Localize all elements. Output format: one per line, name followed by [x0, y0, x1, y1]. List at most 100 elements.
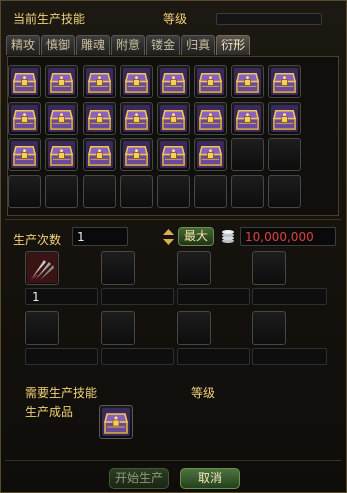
golden-treasure-chest-icon [160, 68, 187, 95]
material-slot[interactable] [25, 251, 59, 285]
recipe-slot[interactable] [194, 65, 227, 98]
recipe-grid [7, 56, 339, 216]
golden-treasure-chest-icon [271, 68, 298, 95]
material-count-bar [101, 348, 174, 365]
golden-treasure-chest-icon [48, 141, 75, 168]
footer-divider [5, 460, 341, 461]
required-skill-label: 需要生产技能 [25, 386, 98, 400]
result-product-label: 生产成品 [25, 405, 74, 419]
recipe-slot[interactable] [268, 65, 301, 98]
tab-fuyi[interactable]: 附意 [111, 35, 146, 55]
material-count-bar [25, 348, 98, 365]
production-count-input[interactable]: 1 [72, 227, 128, 246]
quantity-stepper[interactable] [162, 228, 175, 246]
level-label: 等级 [163, 12, 188, 26]
golden-treasure-chest-icon [11, 105, 38, 132]
recipe-slot[interactable] [157, 65, 190, 98]
recipe-slot[interactable] [8, 175, 41, 208]
recipe-slot[interactable] [194, 102, 227, 135]
recipe-slot[interactable] [268, 138, 301, 171]
silver-coins-icon [222, 230, 234, 243]
tab-diaohun[interactable]: 雕魂 [76, 35, 111, 55]
material-count-bar [177, 348, 250, 365]
golden-treasure-chest-icon [123, 141, 150, 168]
material-slot[interactable] [101, 311, 135, 345]
material-slot[interactable] [101, 251, 135, 285]
recipe-slot[interactable] [157, 175, 190, 208]
current-skill-label: 当前生产技能 [13, 12, 86, 26]
recipe-slot[interactable] [268, 175, 301, 208]
recipe-slot[interactable] [268, 102, 301, 135]
material-slot[interactable] [252, 251, 286, 285]
recipe-slot[interactable] [231, 102, 264, 135]
recipe-slot[interactable] [231, 65, 264, 98]
tab-shenyu[interactable]: 慎御 [41, 35, 76, 55]
production-window: 当前生产技能 等级 精攻 慎御 雕魂 附意 镂金 归真 衍形 生产次数 1 最大… [0, 0, 347, 493]
recipe-slot[interactable] [120, 65, 153, 98]
tab-bar: 精攻 慎御 雕魂 附意 镂金 归真 衍形 [6, 35, 251, 56]
recipe-slot[interactable] [8, 138, 41, 171]
recipe-slot[interactable] [45, 175, 78, 208]
golden-treasure-chest-icon [86, 105, 113, 132]
recipe-slot[interactable] [157, 102, 190, 135]
tab-yanxing[interactable]: 衍形 [216, 35, 251, 55]
golden-treasure-chest-icon [234, 68, 261, 95]
tab-jinggong[interactable]: 精攻 [6, 35, 41, 55]
cancel-button[interactable]: 取消 [180, 468, 240, 489]
golden-treasure-chest-icon [197, 105, 224, 132]
material-count-bar: 1 [25, 288, 98, 305]
golden-treasure-chest-icon [197, 141, 224, 168]
golden-treasure-chest-icon [123, 68, 150, 95]
stepper-down-icon [163, 239, 174, 245]
section-divider [5, 219, 341, 220]
material-slot[interactable] [177, 311, 211, 345]
recipe-slot[interactable] [157, 138, 190, 171]
golden-treasure-chest-icon [197, 68, 224, 95]
recipe-slot[interactable] [83, 65, 116, 98]
golden-treasure-chest-icon [11, 68, 38, 95]
material-slot[interactable] [177, 251, 211, 285]
production-count-label: 生产次数 [13, 233, 62, 247]
material-count-bar [177, 288, 250, 305]
material-count-bar [252, 288, 327, 305]
recipe-slot[interactable] [194, 175, 227, 208]
material-slot[interactable] [25, 311, 59, 345]
material-slot[interactable] [252, 311, 286, 345]
golden-treasure-chest-icon [86, 68, 113, 95]
golden-treasure-chest-icon [160, 141, 187, 168]
start-production-button[interactable]: 开始生产 [109, 468, 169, 489]
recipe-slot[interactable] [45, 138, 78, 171]
recipe-slot[interactable] [45, 65, 78, 98]
tab-guizhen[interactable]: 归真 [181, 35, 216, 55]
recipe-slot[interactable] [8, 65, 41, 98]
recipe-slot[interactable] [83, 175, 116, 208]
recipe-slot[interactable] [83, 102, 116, 135]
recipe-slot[interactable] [8, 102, 41, 135]
claw-blade-material-icon [27, 253, 57, 283]
result-product-slot[interactable] [99, 405, 133, 439]
golden-treasure-chest-icon [86, 141, 113, 168]
recipe-slot[interactable] [194, 138, 227, 171]
tab-loujin[interactable]: 镂金 [146, 35, 181, 55]
recipe-slot[interactable] [45, 102, 78, 135]
material-count-bar [101, 288, 174, 305]
recipe-slot[interactable] [120, 102, 153, 135]
max-button[interactable]: 最大 [178, 227, 214, 246]
recipe-slot[interactable] [120, 175, 153, 208]
golden-treasure-chest-icon [11, 141, 38, 168]
cost-value: 10,000,000 [240, 227, 336, 246]
golden-treasure-chest-icon [48, 105, 75, 132]
level-bar [216, 13, 322, 25]
golden-treasure-chest-icon [271, 105, 298, 132]
golden-treasure-chest-icon [160, 105, 187, 132]
golden-treasure-chest-icon [123, 105, 150, 132]
recipe-slot[interactable] [231, 138, 264, 171]
golden-treasure-chest-icon [102, 408, 130, 436]
golden-treasure-chest-icon [48, 68, 75, 95]
stepper-up-icon [163, 229, 174, 235]
recipe-slot[interactable] [83, 138, 116, 171]
recipe-slot[interactable] [231, 175, 264, 208]
required-level-label: 等级 [191, 386, 216, 400]
recipe-slot[interactable] [120, 138, 153, 171]
material-count-bar [252, 348, 327, 365]
